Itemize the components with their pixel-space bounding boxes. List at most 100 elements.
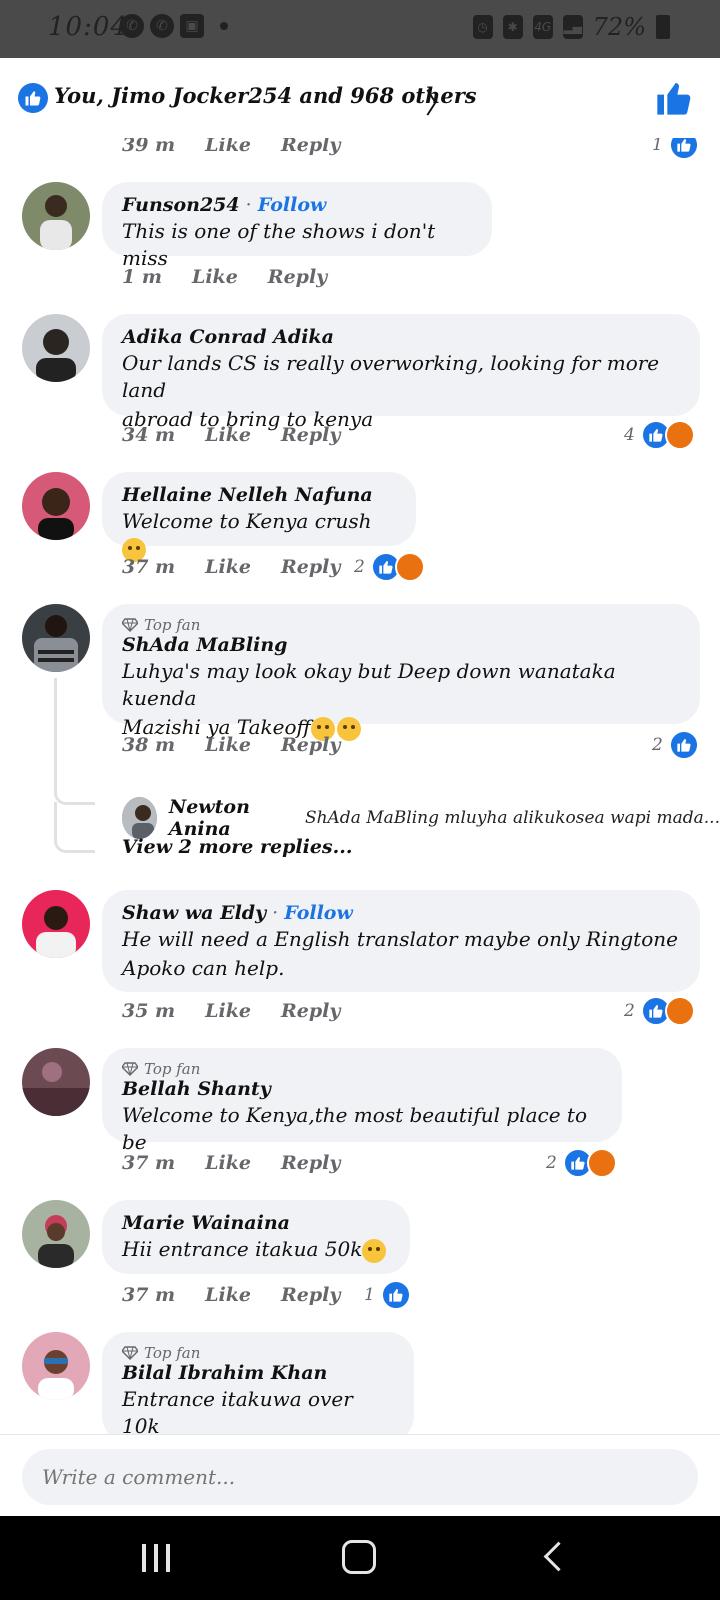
- comment-composer: [0, 1434, 720, 1517]
- comment-author[interactable]: Marie Wainaina: [122, 1212, 390, 1234]
- reply-button[interactable]: Reply: [281, 1284, 340, 1306]
- reply-button[interactable]: Reply: [281, 1152, 340, 1174]
- comment-bubble[interactable]: Marie Wainaina Hii entrance itakua 50k: [102, 1200, 410, 1274]
- comment-author[interactable]: Adika Conrad Adika: [122, 326, 680, 348]
- comment-text-line-1: He will need a English translator maybe …: [122, 927, 678, 951]
- comment-author[interactable]: Bilal Ibrahim Khan: [122, 1362, 394, 1384]
- reply-snippet: ShAda MaBling mluyha alikukosea wapi mad…: [304, 808, 720, 828]
- view-more-replies-link[interactable]: View 2 more replies...: [122, 836, 352, 858]
- top-fan-label: Top fan: [144, 616, 201, 634]
- like-button[interactable]: Like: [205, 1000, 251, 1022]
- status-time: 10:04: [48, 12, 128, 42]
- avatar[interactable]: [22, 472, 90, 540]
- follow-button[interactable]: Follow: [284, 902, 353, 924]
- notification-icons: ✆ ✆ ▣: [120, 14, 228, 38]
- follow-button[interactable]: Follow: [258, 194, 327, 216]
- gallery-icon: ▣: [180, 14, 204, 38]
- avatar[interactable]: [22, 182, 90, 250]
- comment-bubble[interactable]: Adika Conrad Adika Our lands CS is reall…: [102, 314, 700, 431]
- diamond-icon: [122, 1346, 138, 1360]
- reply-author[interactable]: Newton Anina: [169, 796, 293, 840]
- comment-text: Entrance itakuwa over 10k: [122, 1387, 353, 1438]
- comment-text: Welcome to Kenya crush: [122, 509, 372, 533]
- like-reaction-icon: [668, 730, 699, 760]
- comment-time: 34 m: [122, 424, 176, 446]
- comment-bubble[interactable]: Top fan Bellah Shanty Welcome to Kenya,t…: [102, 1048, 622, 1154]
- reply-button[interactable]: Reply: [281, 734, 340, 756]
- chevron-right-icon[interactable]: 〉: [425, 82, 453, 122]
- avatar[interactable]: [22, 1200, 90, 1268]
- like-button[interactable]: Like: [205, 1152, 251, 1174]
- comment-reactions[interactable]: 2: [354, 552, 425, 582]
- comment-bubble[interactable]: Funson254 · Follow This is one of the sh…: [102, 182, 492, 270]
- reply-button[interactable]: Reply: [268, 266, 327, 288]
- system-nav-bar: [0, 1516, 720, 1600]
- reaction-count: 2: [546, 1153, 557, 1173]
- comment-reactions[interactable]: 2: [624, 996, 695, 1026]
- like-reaction-icon: [18, 83, 48, 113]
- like-reaction-icon: [380, 1280, 411, 1310]
- like-button[interactable]: Like: [205, 556, 251, 578]
- top-fan-badge: Top fan: [122, 616, 680, 634]
- battery-percent: 72%: [592, 13, 646, 41]
- diamond-icon: [122, 1062, 138, 1076]
- comment-time: 38 m: [122, 734, 176, 756]
- comment-reactions[interactable]: 2: [546, 1148, 617, 1178]
- like-button[interactable]: Like: [205, 1284, 251, 1306]
- comment-text: Welcome to Kenya,the most beautiful plac…: [122, 1103, 587, 1154]
- like-button[interactable]: Like: [205, 424, 251, 446]
- like-button[interactable]: Like: [205, 734, 251, 756]
- comment-author[interactable]: ShAda MaBling: [122, 634, 680, 656]
- reaction-count: 2: [652, 735, 663, 755]
- like-button[interactable]: Like: [192, 266, 238, 288]
- comment-actions: 1 m Like Reply: [122, 266, 327, 288]
- network-4g-icon: 4G: [532, 15, 553, 39]
- comment-author[interactable]: Bellah Shanty: [122, 1078, 602, 1100]
- reply-button[interactable]: Reply: [281, 556, 340, 578]
- comment-reactions[interactable]: 1: [364, 1280, 411, 1310]
- comment-text: This is one of the shows i don't miss: [122, 219, 436, 270]
- reaction-count: 2: [624, 1001, 635, 1021]
- home-button[interactable]: [342, 1540, 376, 1574]
- comment-text-line-1: Our lands CS is really overworking, look…: [122, 351, 660, 402]
- avatar[interactable]: [22, 1332, 90, 1400]
- top-fan-badge: Top fan: [122, 1060, 602, 1078]
- angry-reaction-icon: [664, 420, 695, 450]
- diamond-icon: [122, 618, 138, 632]
- reply-button[interactable]: Reply: [281, 1000, 340, 1022]
- comment-author[interactable]: Shaw wa Eldy: [122, 902, 266, 924]
- comment-author[interactable]: Hellaine Nelleh Nafuna: [122, 484, 396, 506]
- comment-bubble[interactable]: Top fan Bilal Ibrahim Khan Entrance itak…: [102, 1332, 414, 1442]
- comment-text: Hii entrance itakua 50k: [122, 1237, 363, 1261]
- comment-bubble[interactable]: Top fan ShAda MaBling Luhya's may look o…: [102, 604, 700, 741]
- comment-actions: 37 m Like Reply: [122, 556, 340, 578]
- avatar[interactable]: [22, 890, 90, 958]
- like-post-button[interactable]: [654, 78, 694, 122]
- comments-sheet: You, Jimo Jocker254 and 968 others 〉 39 …: [0, 58, 720, 1516]
- comment-input[interactable]: [22, 1449, 698, 1505]
- comment-reactions[interactable]: 4: [624, 420, 695, 450]
- angry-reaction-icon: [394, 552, 425, 582]
- bluetooth-icon: ✱: [502, 15, 523, 39]
- reactions-header[interactable]: You, Jimo Jocker254 and 968 others 〉: [0, 58, 720, 138]
- reply-button[interactable]: Reply: [281, 424, 340, 446]
- avatar[interactable]: [22, 1048, 90, 1116]
- status-bar: 10:04 ✆ ✆ ▣ ◷ ✱ 4G ▂▄ 72%: [0, 0, 720, 58]
- comment-author[interactable]: Funson254: [122, 194, 240, 216]
- recent-apps-button[interactable]: [142, 1544, 170, 1572]
- thread-line: [54, 678, 95, 805]
- avatar[interactable]: [122, 797, 157, 839]
- avatar[interactable]: [22, 314, 90, 382]
- comment-time: 1 m: [122, 266, 162, 288]
- top-fan-label: Top fan: [144, 1060, 201, 1078]
- back-button[interactable]: [543, 1541, 574, 1572]
- comment-bubble[interactable]: Shaw wa Eldy · Follow He will need a Eng…: [102, 890, 700, 992]
- avatar[interactable]: [22, 604, 90, 672]
- reply-preview[interactable]: Newton Anina ShAda MaBling mluyha alikuk…: [122, 796, 720, 840]
- comment-bubble[interactable]: Hellaine Nelleh Nafuna Welcome to Kenya …: [102, 472, 416, 562]
- angry-reaction-icon: [664, 996, 695, 1026]
- comment-reactions[interactable]: 2: [652, 730, 699, 760]
- whatsapp-icon: ✆: [120, 14, 144, 38]
- battery-icon: [656, 15, 670, 39]
- comment-text-line-2: Apoko can help.: [122, 956, 285, 980]
